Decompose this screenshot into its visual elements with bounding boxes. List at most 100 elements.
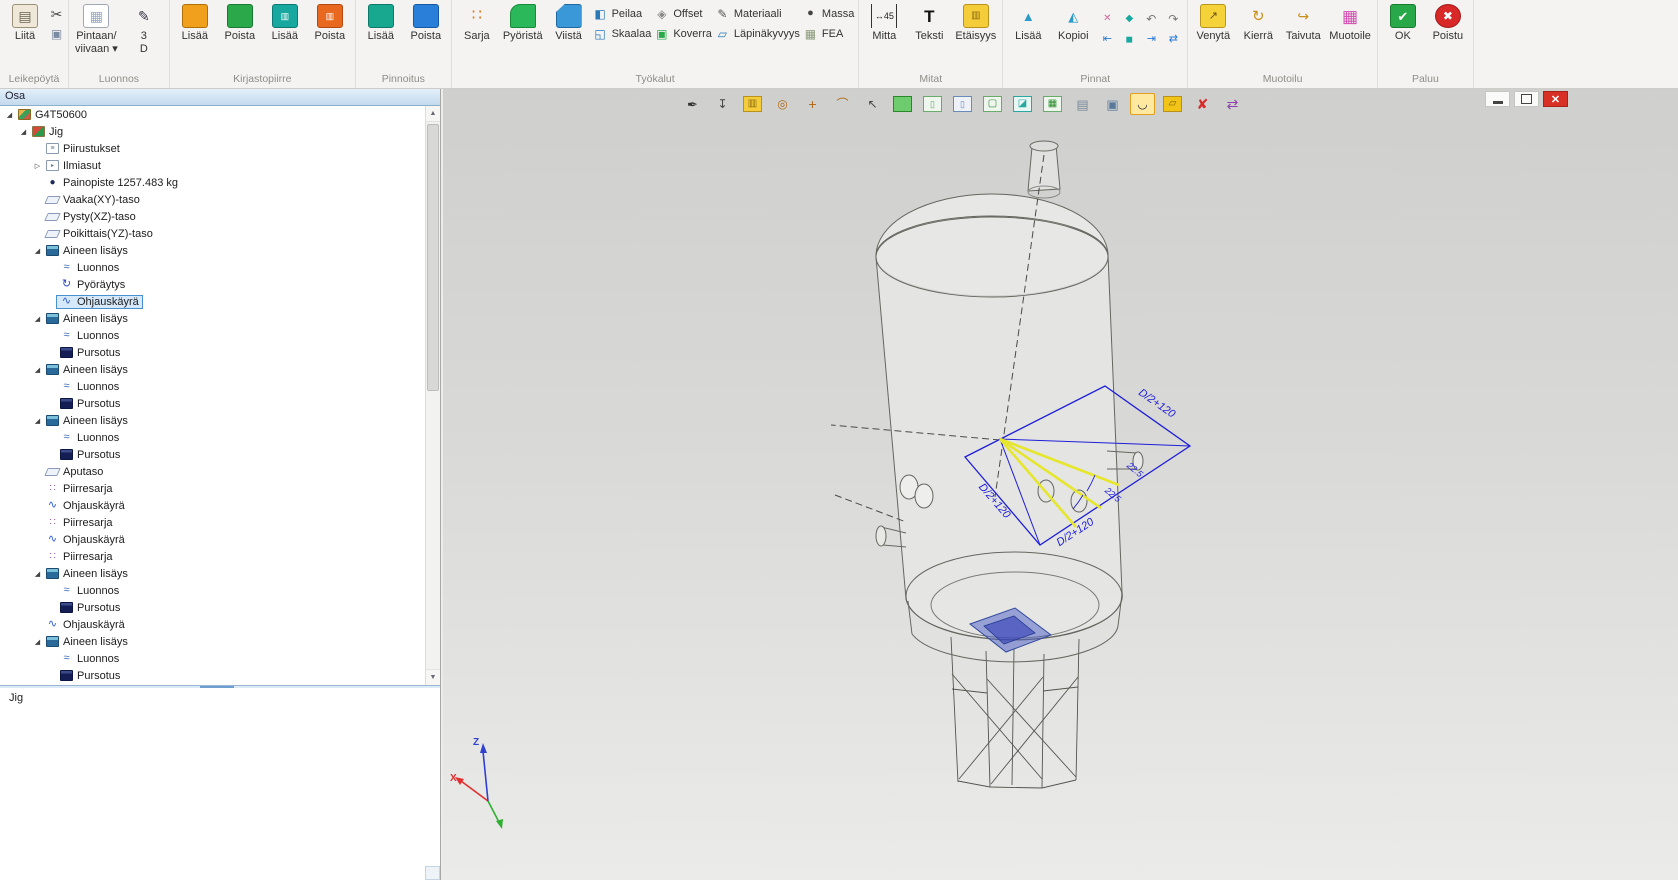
ribbon-button-face-cut[interactable]: ✕ [1097,9,1117,28]
ribbon-button-etaisyys[interactable]: ▥Etäisyys [953,2,998,45]
tree-item-jig[interactable]: ◢Jig [0,123,425,140]
vp-tool-ruler[interactable]: ▥ [740,93,765,115]
ribbon-button-copy[interactable]: ▣ [49,27,64,40]
scroll-up-icon[interactable]: ▲ [426,106,440,122]
ribbon-button-fea[interactable]: ▦FEA [803,27,854,40]
ribbon-button-liita[interactable]: ▤Liitä [4,2,46,45]
tree-item-aineen-lisays[interactable]: ◢Aineen lisäys [0,242,425,259]
ribbon-button-poista[interactable]: Poista [219,2,261,45]
ribbon-button-face-swap[interactable]: ⇄ [1163,30,1183,49]
vp-tool-snap-node[interactable]: + [800,93,825,115]
scrollbar-thumb[interactable] [427,124,439,391]
vp-tool-pick[interactable]: ↖ [860,93,885,115]
expand-arrow-icon[interactable]: ◢ [32,417,43,425]
ribbon-button-lisaa[interactable]: ▥Lisää [264,2,306,45]
maximize-button[interactable] [1514,91,1539,107]
expand-arrow-icon[interactable]: ◢ [32,247,43,255]
vp-tool-box-green[interactable] [890,93,915,115]
ribbon-button-sarja[interactable]: ∷Sarja [456,2,498,45]
vp-tool-box-teal[interactable]: ◪ [1010,93,1035,115]
expand-arrow-icon[interactable]: ◢ [32,570,43,578]
tree-item-piirresarja[interactable]: ∷Piirresarja [0,514,425,531]
tree-item-aineen-lisays[interactable]: ◢Aineen lisäys [0,565,425,582]
tree-item-luonnos[interactable]: ≈Luonnos [0,327,425,344]
ribbon-button-venyta[interactable]: ↗Venytä [1192,2,1234,45]
tree-item-aineen-lisays[interactable]: ◢Aineen lisäys [0,412,425,429]
vp-tool-snap-length[interactable]: ↧ [710,93,735,115]
tree-item-pursotus[interactable]: Pursotus [0,667,425,684]
vp-tool-curve-tool[interactable]: ◡ [1130,93,1155,115]
expand-arrow-icon[interactable]: ◢ [4,111,15,119]
ribbon-button-viista[interactable]: Viistä [548,2,590,45]
tree-item-pursotus[interactable]: Pursotus [0,446,425,463]
vessel-model[interactable] [876,141,1143,662]
tree-item-luonnos[interactable]: ≈Luonnos [0,259,425,276]
ribbon-button-lisaa[interactable]: Lisää [174,2,216,45]
vp-tool-snap-tangent[interactable]: ⌒ [830,93,855,115]
collapse-arrow-icon[interactable]: ▷ [32,162,43,170]
tree-item-aineen-lisays[interactable]: ◢Aineen lisäys [0,361,425,378]
tree-item-pysty-xz-taso[interactable]: Pysty(XZ)-taso [0,208,425,225]
ribbon-button-mitta[interactable]: ↔45Mitta [863,2,905,45]
ribbon-button-face-right[interactable]: ⇥ [1141,30,1161,49]
vp-tool-box-b[interactable]: ▯ [950,93,975,115]
close-button[interactable] [1543,91,1568,107]
ribbon-button-face-fwd[interactable]: ↷ [1163,9,1183,28]
dim-label-1[interactable]: D/2+120 [1136,387,1178,421]
ribbon-button-face-join[interactable]: ◆ [1119,9,1139,28]
ribbon-button-muotoile[interactable]: ▦Muotoile [1327,2,1373,45]
3d-scene[interactable]: D/2+120 D/2+120 D/2+120 22.5 22.5 X Z [443,89,1678,880]
vp-tool-pin[interactable]: ✒ [680,93,705,115]
ribbon-button-koverra[interactable]: ▣Koverra [654,27,712,40]
ribbon-button-pintaan-viivaan[interactable]: ▦Pintaan/ viivaan ▾ [73,2,120,58]
ribbon-button-ok[interactable]: ✔OK [1382,2,1424,45]
vp-tool-box-grid[interactable]: ▦ [1040,93,1065,115]
tree-item-luonnos[interactable]: ≈Luonnos [0,378,425,395]
tree-item-piirresarja[interactable]: ∷Piirresarja [0,480,425,497]
tree-item-poikittais-yz-taso[interactable]: Poikittais(YZ)-taso [0,225,425,242]
vp-tool-swap-arrows[interactable]: ⇄ [1220,93,1245,115]
tree-item-piirresarja[interactable]: ∷Piirresarja [0,548,425,565]
ribbon-button-lapinakyvyys[interactable]: ▱Läpinäkyvyys [715,27,800,40]
tree-item-g4t50600[interactable]: ◢G4T50600 [0,106,425,123]
tree-item-pursotus[interactable]: Pursotus [0,395,425,412]
tree-item-aineen-lisays[interactable]: ◢Aineen lisäys [0,310,425,327]
ribbon-button-3-d[interactable]: ✎3 D [123,2,165,58]
ribbon-button-face-back[interactable]: ↶ [1141,9,1161,28]
ribbon-button-offset[interactable]: ◈Offset [654,7,712,20]
vessel-legs[interactable] [951,637,1079,788]
ribbon-button-poista[interactable]: ▥Poista [309,2,351,45]
vp-tool-snap-center[interactable]: ◎ [770,93,795,115]
ribbon-button-face-save[interactable]: ◼ [1119,30,1139,49]
vp-tool-layers[interactable]: ▣ [1100,93,1125,115]
ribbon-button-cut[interactable]: ✂ [49,7,64,20]
vp-tool-box-a[interactable]: ▯ [920,93,945,115]
ribbon-button-taivuta[interactable]: ↪Taivuta [1282,2,1324,45]
viewport-3d[interactable]: D/2+120 D/2+120 D/2+120 22.5 22.5 X Z ✒↧… [443,89,1678,880]
vp-tool-delete-red[interactable]: ✘ [1190,93,1215,115]
tree-item-vaaka-xy-taso[interactable]: Vaaka(XY)-taso [0,191,425,208]
vp-tool-plane-yellow[interactable]: ▱ [1160,93,1185,115]
tree-item-ohjauskayra[interactable]: ∿Ohjauskäyrä [0,497,425,514]
ribbon-button-pyorista[interactable]: Pyöristä [501,2,545,45]
tree-item-ohjauskayra[interactable]: ∿Ohjauskäyrä [0,531,425,548]
ribbon-button-poistu[interactable]: ✖Poistu [1427,2,1469,45]
tree-scrollbar[interactable]: ▲ ▼ [425,106,440,685]
tree-item-pursotus[interactable]: Pursotus [0,344,425,361]
tree-item-luonnos[interactable]: ≈Luonnos [0,429,425,446]
minimize-button[interactable] [1485,91,1510,107]
ribbon-button-materiaali[interactable]: ✎Materiaali [715,7,800,20]
expand-arrow-icon[interactable]: ◢ [32,638,43,646]
ribbon-button-lisaa[interactable]: ▲Lisää [1007,2,1049,45]
tree-item-pursotus[interactable]: Pursotus [0,599,425,616]
tree-item-ohjauskayra[interactable]: ∿Ohjauskäyrä [0,293,425,310]
ribbon-button-lisaa[interactable]: Lisää [360,2,402,45]
ribbon-button-face-left[interactable]: ⇤ [1097,30,1117,49]
expand-arrow-icon[interactable]: ◢ [32,366,43,374]
ribbon-button-peilaa[interactable]: ◧Peilaa [593,7,652,20]
ribbon-button-poista[interactable]: Poista [405,2,447,45]
tree-item-aineen-lisays[interactable]: ◢Aineen lisäys [0,633,425,650]
ribbon-button-skaalaa[interactable]: ◱Skaalaa [593,27,652,40]
tree-item-ilmiasut[interactable]: ▷▸Ilmiasut [0,157,425,174]
vp-tool-sheet[interactable]: ▤ [1070,93,1095,115]
